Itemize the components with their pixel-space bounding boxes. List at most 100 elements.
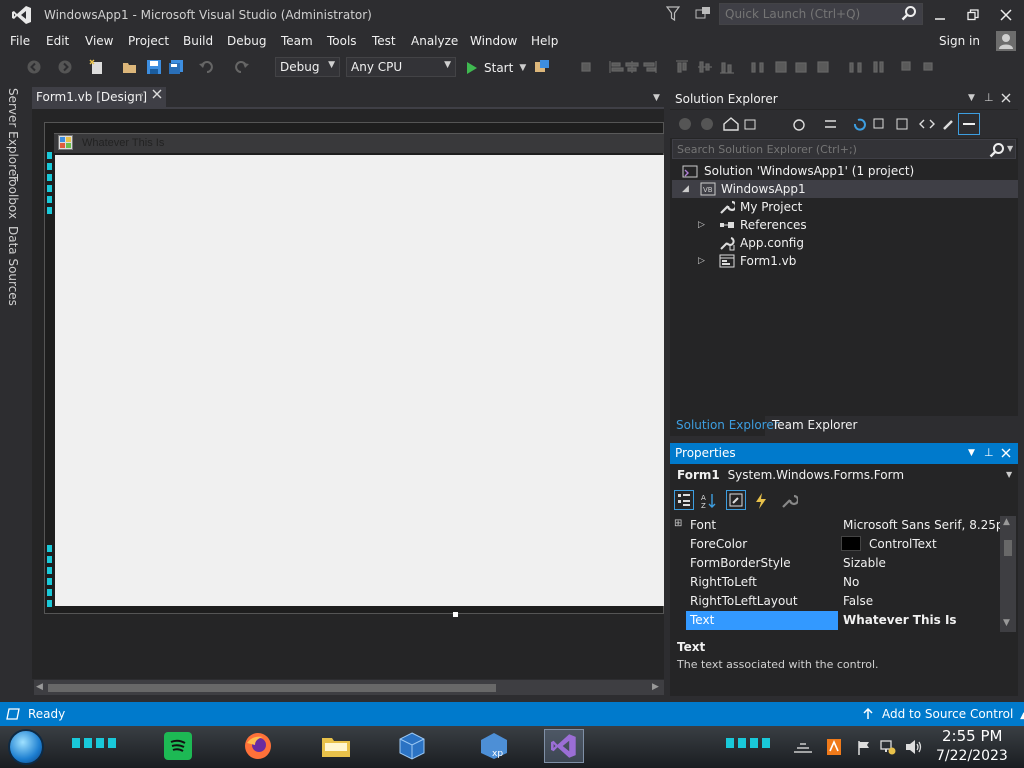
expand-plus-icon[interactable]: ⊞	[674, 518, 682, 529]
categorized-button[interactable]	[674, 490, 694, 510]
property-row-righttoleft[interactable]: RightToLeft No	[672, 573, 1000, 592]
solution-configuration-dropdown[interactable]: Debug ▼	[275, 57, 340, 77]
tree-item-form1[interactable]: ▷ Form1.vb	[698, 252, 796, 270]
quick-launch-box[interactable]	[719, 3, 923, 25]
new-project-icon[interactable]	[89, 59, 105, 75]
taskbar-xp-mode[interactable]: xp	[474, 729, 514, 763]
output-window-icon[interactable]	[6, 707, 20, 721]
expanded-arrow-icon[interactable]: ◢	[682, 184, 700, 194]
tray-app-icon[interactable]	[826, 738, 842, 756]
chevron-down-icon[interactable]: ▼	[1007, 144, 1013, 153]
scroll-right-icon[interactable]: ▶	[652, 682, 659, 692]
solution-toolbar-icons[interactable]	[678, 116, 978, 132]
property-row-text[interactable]: Text Whatever This Is	[672, 611, 1000, 630]
pin-icon[interactable]: ⊸	[135, 90, 143, 101]
menu-project[interactable]: Project	[128, 34, 169, 48]
property-pages-wrench-icon[interactable]	[780, 492, 798, 510]
data-sources-tab[interactable]: Data Sources	[6, 226, 20, 306]
scroll-left-icon[interactable]: ◀	[36, 682, 43, 692]
clock-date[interactable]: 7/22/2023	[936, 748, 1008, 764]
property-value[interactable]: Microsoft Sans Serif, 8.25pt	[843, 518, 1008, 532]
taskbar-visual-studio[interactable]	[544, 729, 584, 763]
undo-icon[interactable]	[199, 59, 215, 75]
chevron-down-icon[interactable]: ▼	[968, 448, 975, 458]
menu-tools[interactable]: Tools	[327, 34, 357, 48]
tab-team-explorer[interactable]: Team Explorer	[772, 418, 858, 432]
scroll-up-icon[interactable]: ▲	[1003, 517, 1010, 527]
pin-icon[interactable]: ⊥	[984, 446, 994, 459]
menu-test[interactable]: Test	[372, 34, 396, 48]
navigate-back-icon[interactable]	[26, 59, 42, 75]
collapsed-arrow-icon[interactable]: ▷	[698, 256, 719, 266]
form-resize-handle[interactable]	[453, 612, 458, 617]
search-icon[interactable]	[901, 5, 917, 21]
menu-view[interactable]: View	[85, 34, 113, 48]
network-icon[interactable]	[880, 739, 896, 755]
collapsed-arrow-icon[interactable]: ▷	[698, 220, 719, 230]
close-tab-icon[interactable]	[152, 89, 162, 99]
save-icon[interactable]	[146, 59, 162, 75]
quick-launch-input[interactable]	[720, 4, 922, 24]
tree-item-app-config[interactable]: App.config	[719, 234, 804, 252]
action-center-flag-icon[interactable]	[857, 740, 871, 756]
account-icon[interactable]	[996, 31, 1016, 51]
sign-in-link[interactable]: Sign in	[939, 34, 980, 48]
menu-edit[interactable]: Edit	[46, 34, 69, 48]
solution-search-box[interactable]: ▼	[672, 139, 1016, 159]
add-to-source-control-button[interactable]: Add to Source Control ▲	[882, 707, 1024, 721]
pin-icon[interactable]: ⊥	[984, 91, 994, 104]
menu-help[interactable]: Help	[531, 34, 558, 48]
scrollbar-thumb[interactable]	[48, 684, 496, 692]
redo-icon[interactable]	[233, 59, 249, 75]
notifications-filter-icon[interactable]	[666, 6, 680, 22]
tab-solution-explorer[interactable]: Solution Explorer	[670, 416, 779, 436]
chevron-down-icon[interactable]: ▼	[968, 93, 975, 103]
close-icon[interactable]	[1001, 448, 1011, 458]
show-hidden-icons-icon[interactable]	[792, 742, 814, 754]
close-window-button[interactable]	[990, 0, 1022, 30]
alphabetical-icon[interactable]: AZ	[700, 492, 718, 510]
browser-link-icon[interactable]	[534, 59, 550, 75]
feedback-icon[interactable]	[695, 6, 711, 22]
clock-time[interactable]: 2:55 PM	[942, 727, 1002, 745]
tree-item-references[interactable]: ▷ References	[698, 216, 807, 234]
property-row-righttoleftlayout[interactable]: RightToLeftLayout False	[672, 592, 1000, 611]
save-all-icon[interactable]	[168, 59, 184, 75]
menu-window[interactable]: Window	[470, 34, 517, 48]
property-value[interactable]: Sizable	[843, 556, 886, 570]
volume-icon[interactable]	[905, 739, 923, 755]
server-explorer-tab[interactable]: Server Explorer	[6, 88, 20, 181]
property-value[interactable]: False	[843, 594, 873, 608]
object-selector[interactable]: Form1 System.Windows.Forms.Form ▼	[672, 466, 1016, 486]
taskbar-spotify[interactable]	[158, 729, 198, 763]
property-value-input[interactable]: Whatever This Is	[843, 613, 957, 627]
scroll-down-icon[interactable]: ▼	[1003, 618, 1010, 628]
start-menu-button[interactable]	[8, 729, 44, 765]
form1-client-area[interactable]	[55, 155, 664, 606]
property-row-formborderstyle[interactable]: FormBorderStyle Sizable	[672, 554, 1000, 573]
search-icon[interactable]	[989, 142, 1005, 158]
tree-item-solution[interactable]: Solution 'WindowsApp1' (1 project)	[682, 162, 1012, 180]
taskbar-firefox[interactable]	[238, 729, 278, 763]
menu-file[interactable]: File	[10, 34, 30, 48]
open-file-icon[interactable]	[122, 59, 138, 75]
minimize-button[interactable]	[924, 0, 956, 30]
toolbox-tab[interactable]: Toolbox	[6, 174, 20, 219]
properties-toggle-button[interactable]	[958, 113, 980, 135]
chevron-down-icon[interactable]: ▼	[1006, 470, 1012, 479]
solution-search-input[interactable]	[673, 140, 1015, 158]
menu-build[interactable]: Build	[183, 34, 213, 48]
menu-analyze[interactable]: Analyze	[411, 34, 458, 48]
tree-item-project[interactable]: ◢ VB WindowsApp1	[672, 180, 1018, 198]
events-icon[interactable]	[752, 492, 770, 510]
property-row-forecolor[interactable]: ForeColor ControlText	[672, 535, 1000, 554]
restore-button[interactable]	[957, 0, 989, 30]
tab-form1-design[interactable]: Form1.vb [Design] ⊸	[32, 87, 166, 108]
start-debugging-button[interactable]: Start ▼	[464, 57, 526, 77]
solution-platform-dropdown[interactable]: Any CPU ▼	[346, 57, 456, 77]
property-value[interactable]: ControlText	[869, 537, 937, 551]
taskbar-file-explorer[interactable]	[316, 729, 356, 763]
menu-debug[interactable]: Debug	[227, 34, 266, 48]
menu-team[interactable]: Team	[281, 34, 313, 48]
taskbar-virtualbox[interactable]	[392, 729, 432, 763]
